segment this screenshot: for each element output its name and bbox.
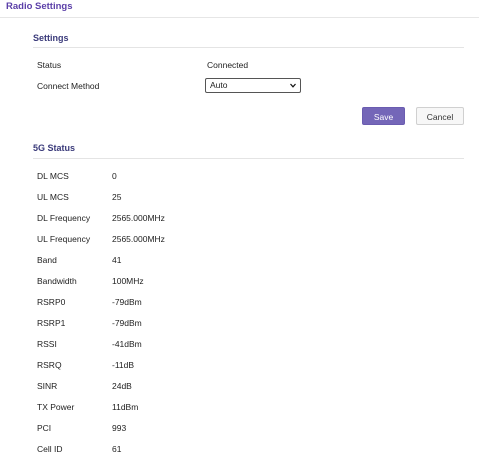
status-row-value: 100MHz xyxy=(112,276,144,286)
connect-method-selected-value: Auto xyxy=(210,80,228,90)
status-row-value: 25 xyxy=(112,192,122,202)
status-row-label: RSRQ xyxy=(37,360,62,370)
status-row-value: -11dB xyxy=(112,360,135,370)
5g-status-divider xyxy=(33,158,464,159)
status-row-value: 61 xyxy=(112,444,122,454)
status-row-label: DL MCS xyxy=(37,171,69,181)
status-row-label: RSRP1 xyxy=(37,318,66,328)
status-row-value: -79dBm xyxy=(112,297,142,307)
status-row-value: 2565.000MHz xyxy=(112,234,165,244)
status-row-label: UL Frequency xyxy=(37,234,91,244)
status-value: Connected xyxy=(207,60,249,70)
status-row-value: 993 xyxy=(112,423,127,433)
save-button[interactable]: Save xyxy=(362,107,405,125)
5g-status-section-title: 5G Status xyxy=(33,143,76,153)
settings-divider xyxy=(33,47,464,48)
status-row-label: RSRP0 xyxy=(37,297,66,307)
status-row-label: Bandwidth xyxy=(37,276,77,286)
chevron-down-icon xyxy=(290,83,296,88)
status-row-value: 0 xyxy=(112,171,117,181)
status-row-label: UL MCS xyxy=(37,192,69,202)
cancel-button[interactable]: Cancel xyxy=(416,107,464,125)
header-divider xyxy=(0,17,479,18)
status-row-label: Band xyxy=(37,255,57,265)
connect-method-label: Connect Method xyxy=(37,81,100,91)
status-row-label: DL Frequency xyxy=(37,213,91,223)
status-row-label: TX Power xyxy=(37,402,75,412)
status-row-value: 11dBm xyxy=(112,402,139,412)
status-row-label: Cell ID xyxy=(37,444,63,454)
status-row-label: PCI xyxy=(37,423,52,433)
status-row-value: -41dBm xyxy=(112,339,142,349)
status-label: Status xyxy=(37,60,62,70)
status-row-value: 41 xyxy=(112,255,122,265)
status-row-label: SINR xyxy=(37,381,58,391)
status-row-value: 2565.000MHz xyxy=(112,213,165,223)
page-title: Radio Settings xyxy=(6,1,73,12)
status-row-label: RSSI xyxy=(37,339,57,349)
connect-method-select[interactable]: Auto xyxy=(205,78,301,93)
status-row-value: 24dB xyxy=(112,381,132,391)
settings-section-title: Settings xyxy=(33,33,69,43)
status-row-value: -79dBm xyxy=(112,318,142,328)
